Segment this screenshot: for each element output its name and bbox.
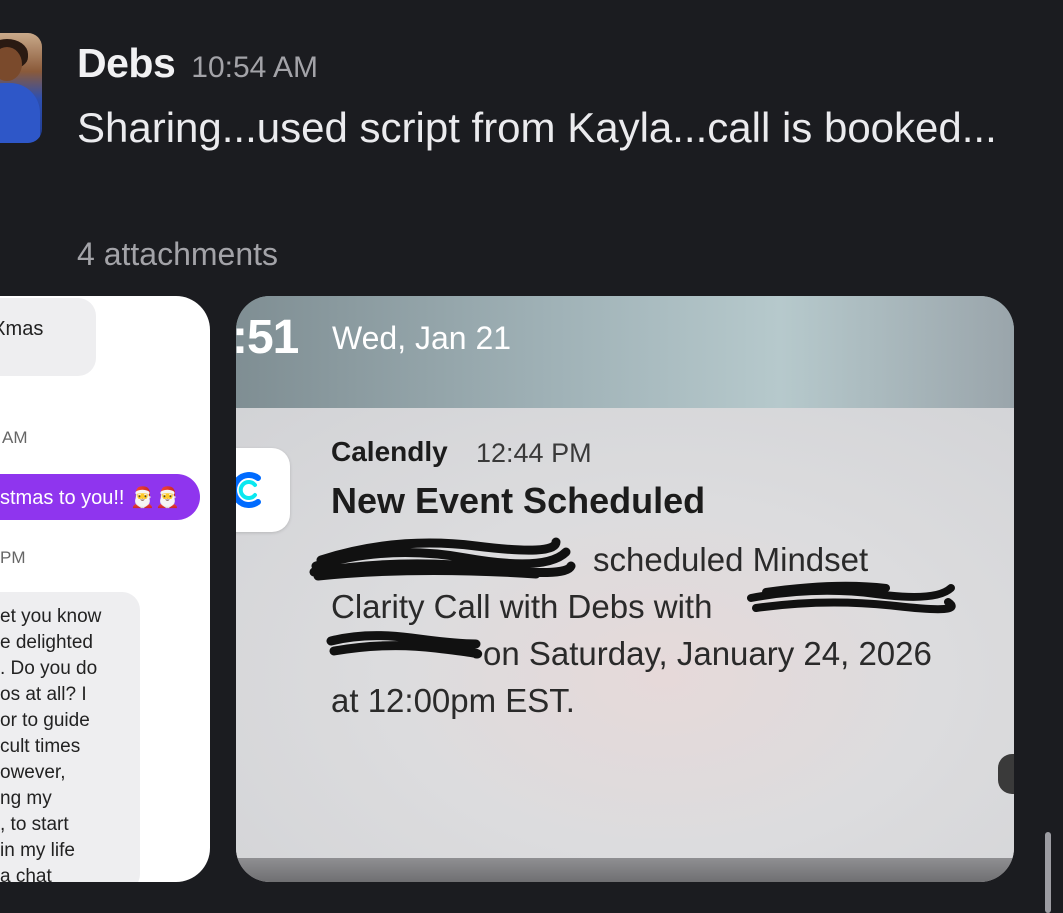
chat-line: os at all? I xyxy=(0,684,87,705)
message-text: Sharing...used script from Kayla...call … xyxy=(77,104,997,151)
notification-body: scheduled Mindset Clarity Call with Debs… xyxy=(331,536,1001,724)
chat-line: a chat xyxy=(0,866,52,882)
notification-body-line: Clarity Call with Debs with xyxy=(331,588,713,625)
sender-name[interactable]: Debs xyxy=(77,40,176,87)
chat-bubble-received: ry Xmas xyxy=(0,298,96,376)
chat-line: or to guide xyxy=(0,710,90,731)
bell-icon[interactable] xyxy=(998,754,1014,794)
avatar-body xyxy=(0,83,40,143)
message-timestamp[interactable]: 10:54 AM xyxy=(191,51,318,85)
lockscreen-bottom-bar xyxy=(236,858,1014,882)
scrollbar[interactable] xyxy=(1045,832,1051,913)
chat-line: , to start xyxy=(0,814,69,835)
chat-line: et you know xyxy=(0,606,102,627)
attachments-label[interactable]: 4 attachments xyxy=(77,236,278,273)
attachment-notification-screenshot[interactable]: :51 Wed, Jan 21 Calendly 12:44 PM New Ev… xyxy=(236,296,1014,882)
lockscreen-clock: :51 xyxy=(236,311,299,364)
notification-title: New Event Scheduled xyxy=(331,480,706,521)
notification-time: 12:44 PM xyxy=(476,438,592,468)
notification-body-line: on Saturday, January 24, 2026 xyxy=(483,635,932,672)
chat-line: . Do you do xyxy=(0,658,98,679)
calendly-icon xyxy=(236,448,290,532)
chat-bubble-sent: stmas to you!! 🎅🎅 xyxy=(0,474,200,520)
chat-line: owever, xyxy=(0,762,66,783)
chat-line: ng my xyxy=(0,788,52,809)
attachment-chat-screenshot[interactable]: ry Xmas AM stmas to you!! 🎅🎅 PM et you k… xyxy=(0,296,210,882)
chat-bubble-text: ry Xmas xyxy=(0,318,44,340)
notification-body-line: scheduled Mindset xyxy=(593,541,869,578)
chat-line: in my life xyxy=(0,840,75,861)
lockscreen-date: Wed, Jan 21 xyxy=(332,320,512,356)
notification-app-name: Calendly xyxy=(331,436,448,467)
chat-timestamp: AM xyxy=(2,428,28,447)
chat-bubble-received: et you know e delighted . Do you do os a… xyxy=(0,592,140,882)
chat-timestamp: PM xyxy=(0,548,26,567)
message-header: Debs 10:54 AM xyxy=(77,40,318,87)
chat-line: e delighted xyxy=(0,632,93,653)
avatar[interactable] xyxy=(0,33,42,143)
chat-line: cult times xyxy=(0,736,81,757)
chat-bubble-text: stmas to you!! 🎅🎅 xyxy=(0,487,180,509)
notification-body-line: at 12:00pm EST. xyxy=(331,682,575,719)
